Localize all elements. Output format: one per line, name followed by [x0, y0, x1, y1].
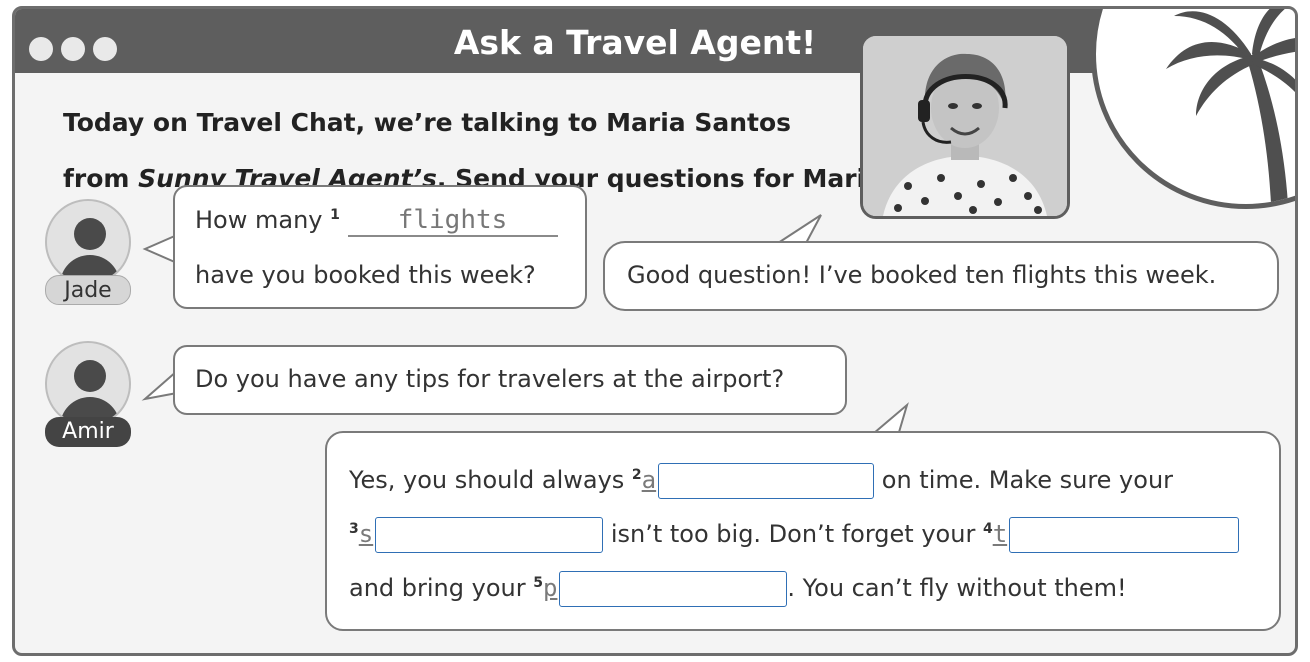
- window-dot-2: [61, 37, 85, 61]
- hint-letter-3: s: [358, 520, 374, 548]
- window-dot-3: [93, 37, 117, 61]
- window-dot-1: [29, 37, 53, 61]
- chat-window: Ask a Travel Agent! Today on Travel Chat…: [12, 6, 1298, 656]
- blank-number-4: 4: [982, 521, 993, 537]
- avatar-amir: [45, 341, 131, 427]
- name-tag-jade: Jade: [45, 275, 131, 305]
- hint-letter-4: t: [992, 520, 1008, 548]
- palm-tree-icon: [1091, 9, 1295, 209]
- hint-letter-5: p: [542, 574, 558, 602]
- bubble-jade-question: How many 1 flights have you booked this …: [173, 185, 587, 309]
- answer-4-input[interactable]: [1009, 517, 1240, 553]
- hint-letter-2: a: [641, 466, 657, 494]
- intro-line-1: Today on Travel Chat, we’re talking to M…: [63, 108, 792, 137]
- blank-number-5: 5: [533, 575, 543, 591]
- bubble-amir-question: Do you have any tips for travelers at th…: [173, 345, 847, 415]
- answer-1-filled: flights: [347, 205, 558, 237]
- blank-number-2: 2: [631, 467, 642, 483]
- answer-5-input[interactable]: [559, 571, 788, 607]
- avatar-jade: [45, 199, 131, 285]
- answer-3-input[interactable]: [375, 517, 604, 553]
- answer-2-input[interactable]: [658, 463, 875, 499]
- agent-photo: [860, 33, 1070, 219]
- bubble-maria-reply-1: Good question! I’ve booked ten flights t…: [603, 241, 1279, 311]
- blank-number-1: 1: [330, 207, 340, 223]
- name-tag-amir: Amir: [45, 417, 131, 447]
- blank-number-3: 3: [349, 521, 359, 537]
- bubble-maria-reply-2: Yes, you should always 2a on time. Make …: [325, 431, 1281, 631]
